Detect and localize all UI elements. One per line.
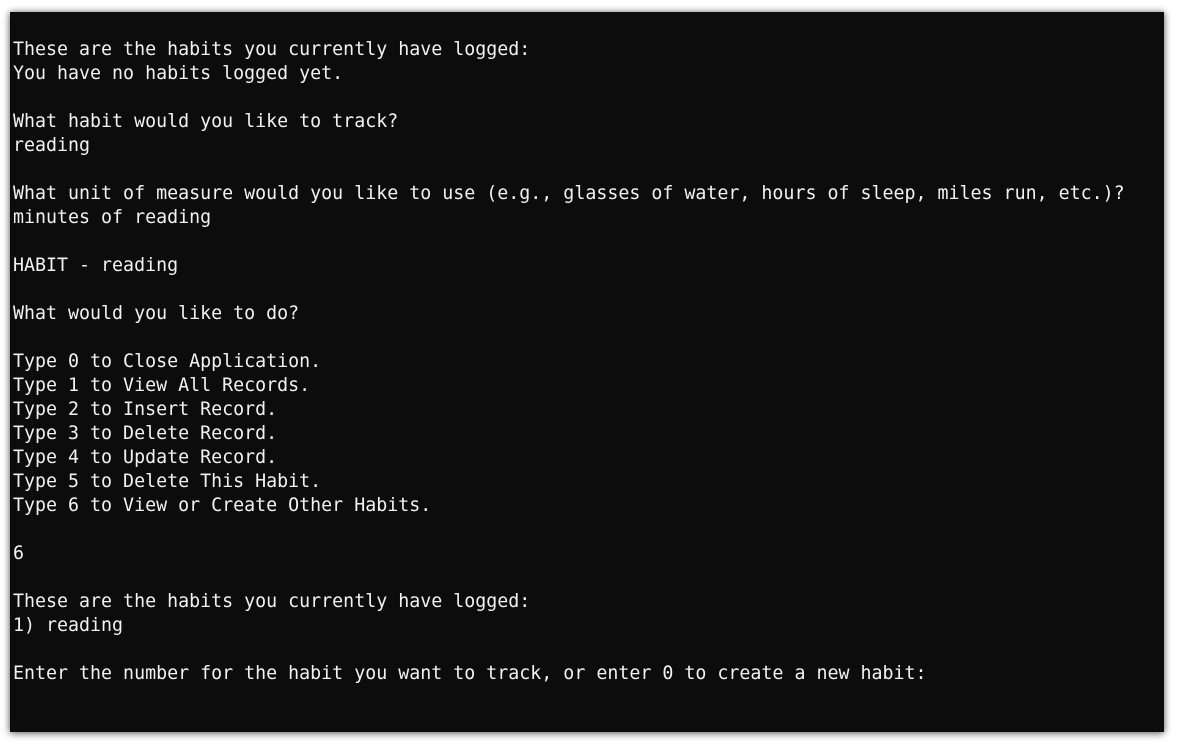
console-line: Type 1 to View All Records.	[13, 375, 311, 396]
console-line: 6	[13, 543, 25, 564]
console-prompt-line[interactable]: Enter the number for the habit you want …	[13, 662, 1164, 686]
console-line: What unit of measure would you like to u…	[13, 183, 1125, 204]
console-output[interactable]: These are the habits you currently have …	[13, 38, 1164, 732]
console-line: reading	[13, 135, 91, 156]
console-line: What habit would you like to track?	[13, 111, 399, 132]
console-line: These are the habits you currently have …	[13, 591, 531, 612]
console-line: minutes of reading	[13, 207, 212, 228]
console-line: Type 4 to Update Record.	[13, 447, 278, 468]
console-line: You have no habits logged yet.	[13, 63, 344, 84]
console-line: Type 5 to Delete This Habit.	[13, 471, 322, 492]
console-line: HABIT - reading	[13, 255, 179, 276]
console-line: 1) reading	[13, 615, 124, 636]
console-line: What would you like to do?	[13, 303, 300, 324]
console-line: Type 0 to Close Application.	[13, 351, 322, 372]
console-line: Type 6 to View or Create Other Habits.	[13, 495, 432, 516]
console-line: Type 2 to Insert Record.	[13, 399, 278, 420]
console-line: Type 3 to Delete Record.	[13, 423, 278, 444]
console-window[interactable]: These are the habits you currently have …	[10, 12, 1164, 732]
console-line: These are the habits you currently have …	[13, 39, 531, 60]
